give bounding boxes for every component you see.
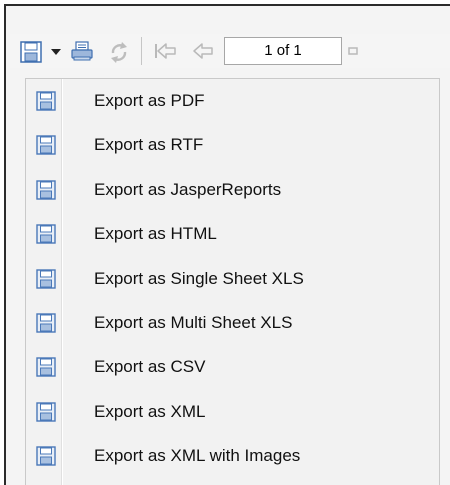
menu-item-export[interactable]: Export as Single Sheet XLS	[26, 261, 439, 298]
menu-item-label: Export as Single Sheet XLS	[94, 268, 304, 288]
toolbar-separator	[141, 37, 142, 65]
save-icon	[36, 357, 56, 378]
menu-item-export[interactable]: Export as CSV	[26, 349, 439, 386]
menu-item-export[interactable]: Export as RTF	[26, 127, 439, 164]
page-number-input[interactable]: 1 of 1	[224, 37, 342, 65]
menu-item-label: Export as Multi Sheet XLS	[94, 313, 293, 332]
previous-page-icon[interactable]	[192, 42, 214, 60]
menu-item-export[interactable]: Export as JasperReports	[26, 172, 439, 209]
menu-item-label: Export as XML with Images	[94, 446, 301, 466]
save-icon	[36, 180, 56, 200]
menu-item-export[interactable]: Export as XML with Images	[26, 438, 439, 475]
save-icon	[36, 224, 56, 244]
save-icon[interactable]	[20, 41, 42, 63]
menu-item-label: Export as RTF	[94, 135, 204, 155]
menu-item-label: Export as JasperReports	[94, 179, 282, 199]
menu-item-label: Export as CSV	[94, 357, 206, 377]
menu-item-export[interactable]: Export as HTML	[26, 216, 439, 253]
save-icon	[36, 268, 56, 289]
menu-item-label: Export as PDF	[94, 91, 205, 110]
print-icon[interactable]	[70, 40, 94, 62]
reload-icon[interactable]	[106, 39, 132, 65]
dropdown-arrow-icon[interactable]	[50, 43, 62, 59]
next-page-icon[interactable]	[347, 42, 361, 60]
save-icon	[36, 91, 56, 111]
report-toolbar: 1 of 1	[10, 34, 450, 68]
menu-item-export[interactable]: Export as XML	[26, 394, 439, 431]
export-dropdown-menu: Export as PDF Export as RTF Export as Jasp…	[25, 78, 440, 485]
save-icon	[36, 135, 56, 156]
save-icon	[36, 313, 56, 333]
menu-item-label: Export as HTML	[94, 224, 217, 244]
first-page-icon[interactable]	[153, 42, 177, 60]
menu-item-label: Export as XML	[94, 401, 206, 421]
menu-item-export[interactable]: Export as Multi Sheet XLS	[26, 305, 439, 342]
save-icon	[36, 402, 56, 422]
menu-item-export[interactable]: Export as PDF	[26, 83, 439, 120]
save-icon	[36, 446, 56, 466]
